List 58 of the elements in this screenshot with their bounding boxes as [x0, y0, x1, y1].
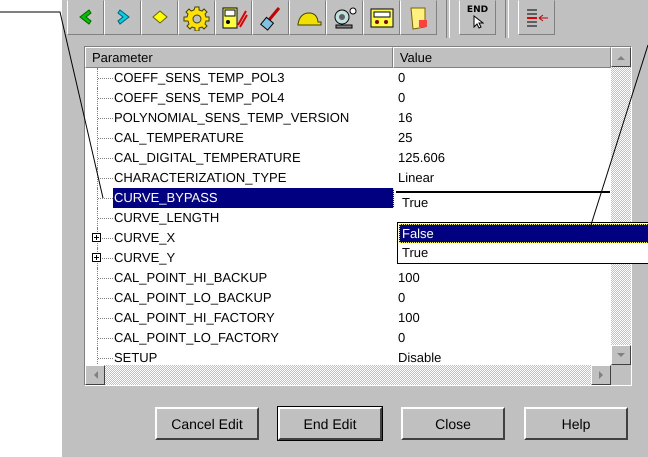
parameter-name[interactable]: SETUP	[113, 348, 394, 365]
parameter-value: 16	[397, 109, 412, 127]
horizontal-scrollbar[interactable]	[85, 365, 611, 385]
dialog-button[interactable]: Close	[401, 407, 505, 440]
expand-icon[interactable]	[92, 253, 101, 262]
parameter-name[interactable]: CURVE_Y	[113, 248, 394, 268]
expand-icon[interactable]	[92, 233, 101, 242]
parameter-value: 100	[397, 309, 420, 327]
parameter-name[interactable]: CAL_POINT_LO_BACKUP	[113, 288, 394, 308]
multimeter-icon	[220, 4, 248, 30]
gear-icon	[182, 4, 210, 30]
scroll-up-button[interactable]	[611, 47, 631, 67]
parameter-value: 100	[397, 269, 420, 287]
right-triangle-icon	[598, 371, 604, 379]
parameter-name[interactable]: POLYNOMIAL_SENS_TEMP_VERSION	[113, 108, 394, 128]
parameter-name[interactable]: CAL_POINT_HI_FACTORY	[113, 308, 394, 328]
parameter-value: 0	[397, 69, 406, 87]
parameter-name[interactable]: CURVE_X	[113, 228, 394, 248]
dropdown-option[interactable]: True	[399, 243, 648, 262]
scrollbar-corner	[611, 365, 631, 385]
parameter-name[interactable]: CHARACTERIZATION_TYPE	[113, 168, 394, 188]
column-header[interactable]: Parameter	[85, 47, 393, 68]
toolbar-button[interactable]	[289, 0, 326, 35]
toolbar-button[interactable]	[518, 0, 555, 35]
toolbar-button[interactable]	[363, 0, 400, 35]
toolbar-button[interactable]	[215, 0, 252, 35]
toolbar-button[interactable]	[104, 0, 141, 35]
parameter-value: 0	[397, 289, 406, 307]
toolbar-button[interactable]	[178, 0, 215, 35]
dialog-button[interactable]: End Edit	[278, 407, 382, 440]
left-triangle-icon	[92, 371, 98, 379]
parameter-name[interactable]: CAL_POINT_HI_BACKUP	[113, 268, 394, 288]
parameter-name[interactable]: CURVE_BYPASS	[113, 188, 394, 208]
parameter-name[interactable]: COEFF_SENS_TEMP_POL4	[113, 88, 394, 108]
column-header[interactable]: Value	[392, 47, 611, 68]
up-triangle-icon	[617, 54, 625, 60]
toolbar-button[interactable]	[67, 0, 104, 35]
parameter-value: Linear	[397, 169, 434, 187]
parameter-value: 0	[397, 89, 406, 107]
toolbar-button[interactable]: END	[459, 0, 496, 35]
parameter-name[interactable]: CAL_DIGITAL_TEMPERATURE	[113, 148, 394, 168]
parameter-value: Disable	[397, 349, 442, 365]
toolbar-button[interactable]	[326, 0, 363, 35]
dialog-button[interactable]: Cancel Edit	[155, 407, 259, 440]
dropdown-option[interactable]: False	[399, 224, 648, 243]
dialog-button[interactable]: Help	[524, 407, 628, 440]
parameter-name[interactable]: CAL_POINT_LO_FACTORY	[113, 328, 394, 348]
parameter-name[interactable]: COEFF_SENS_TEMP_POL3	[113, 68, 394, 88]
parameter-name[interactable]: CURVE_LENGTH	[113, 208, 394, 228]
scroll-down-button[interactable]	[611, 345, 631, 365]
parameter-value: 125.606	[397, 149, 445, 167]
parameter-value: 25	[397, 129, 412, 147]
down-triangle-icon	[617, 352, 625, 358]
scroll-right-button[interactable]	[591, 365, 611, 385]
parameter-name[interactable]: CAL_TEMPERATURE	[113, 128, 394, 148]
toolbar-button[interactable]	[252, 0, 289, 35]
scroll-left-button[interactable]	[85, 365, 105, 385]
parameter-value: 0	[397, 329, 406, 347]
